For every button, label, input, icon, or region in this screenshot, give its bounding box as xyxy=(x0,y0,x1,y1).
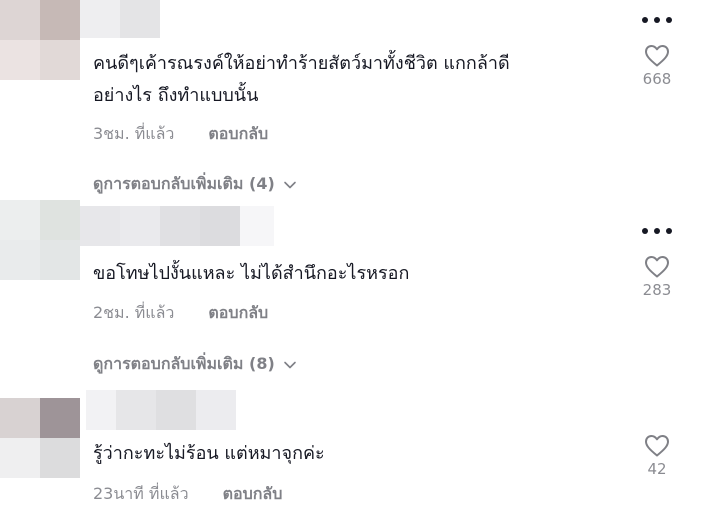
more-horizontal-icon xyxy=(642,17,672,23)
view-replies-label: ดูการตอบกลับเพิ่มเติม (4) xyxy=(93,174,275,193)
chevron-down-icon xyxy=(283,355,297,374)
chevron-down-icon xyxy=(283,175,297,194)
comment-meta: 3ชม. ที่แล้ว ตอบกลับ xyxy=(93,122,268,147)
heart-outline-icon xyxy=(645,256,669,278)
comment-timestamp: 2ชม. ที่แล้ว xyxy=(93,303,175,322)
like-button[interactable]: 42 xyxy=(636,434,678,478)
more-horizontal-icon xyxy=(642,228,672,234)
like-count: 668 xyxy=(642,70,672,88)
like-count: 42 xyxy=(647,460,667,478)
comment-meta: 23นาที ที่แล้ว ตอบกลับ xyxy=(93,482,282,507)
like-count: 283 xyxy=(642,281,672,299)
comment-text-line: คนดีๆเค้ารณรงค์ให้อย่าทำร้ายสัตว์มาทั้งช… xyxy=(93,53,510,74)
comment-timestamp: 3ชม. ที่แล้ว xyxy=(93,124,175,143)
username[interactable] xyxy=(80,206,274,246)
avatar[interactable] xyxy=(0,398,80,478)
view-replies-label: ดูการตอบกลับเพิ่มเติม (8) xyxy=(93,354,275,373)
like-button[interactable]: 668 xyxy=(636,44,678,88)
comment-meta: 2ชม. ที่แล้ว ตอบกลับ xyxy=(93,301,268,326)
username[interactable] xyxy=(80,0,160,38)
comment-item: รู้ว่ากะทะไม่ร้อน แต่หมาจุกค่ะ 42 23นาที… xyxy=(0,390,720,524)
reply-button[interactable]: ตอบกลับ xyxy=(208,301,268,326)
username[interactable] xyxy=(86,390,236,430)
comment-item: ขอโทษไปงั้นแหละ ไม่ได้สำนึกอะไรหรอก 283 … xyxy=(0,200,720,390)
view-more-replies-button[interactable]: ดูการตอบกลับเพิ่มเติม (8) xyxy=(93,352,297,377)
more-options-button[interactable] xyxy=(640,10,674,23)
avatar[interactable] xyxy=(0,200,80,280)
reply-button[interactable]: ตอบกลับ xyxy=(223,482,283,507)
comment-text-line: ขอโทษไปงั้นแหละ ไม่ได้สำนึกอะไรหรอก xyxy=(93,263,410,284)
more-options-button[interactable] xyxy=(640,221,674,234)
comment-timestamp: 23นาที ที่แล้ว xyxy=(93,484,189,503)
comment-text-line: รู้ว่ากะทะไม่ร้อน แต่หมาจุกค่ะ xyxy=(93,443,325,464)
comment-item: คนดีๆเค้ารณรงค์ให้อย่าทำร้ายสัตว์มาทั้งช… xyxy=(0,0,720,200)
heart-outline-icon xyxy=(645,435,669,457)
avatar[interactable] xyxy=(0,0,80,80)
comment-text-line: อย่างไร ถึงทำแบบนั้น xyxy=(93,85,259,106)
heart-outline-icon xyxy=(645,45,669,67)
like-button[interactable]: 283 xyxy=(636,255,678,299)
view-more-replies-button[interactable]: ดูการตอบกลับเพิ่มเติม (4) xyxy=(93,172,297,197)
reply-button[interactable]: ตอบกลับ xyxy=(208,122,268,147)
